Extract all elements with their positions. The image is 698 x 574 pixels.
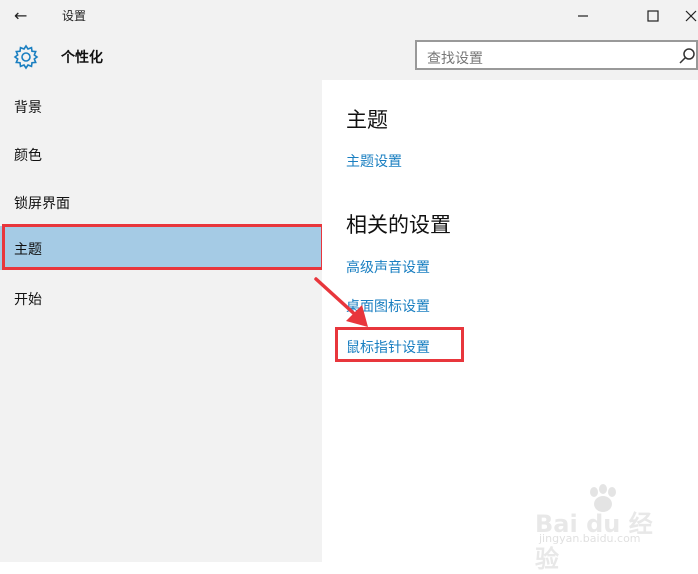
maximize-button[interactable]	[630, 0, 676, 32]
annotation-arrow-icon	[314, 277, 368, 327]
sidebar-item-label: 颜色	[14, 148, 42, 164]
title-bar: ← 设置	[0, 0, 698, 32]
close-icon	[685, 10, 697, 22]
close-button[interactable]	[676, 0, 698, 32]
sidebar-item-colors[interactable]: 颜色	[0, 132, 322, 176]
search-input[interactable]: 查找设置	[415, 40, 698, 70]
theme-heading: 主题	[346, 108, 388, 132]
minimize-button[interactable]	[560, 0, 606, 32]
related-settings-heading: 相关的设置	[346, 213, 451, 237]
sidebar-item-start[interactable]: 开始	[0, 276, 322, 320]
theme-settings-link[interactable]: 主题设置	[346, 151, 402, 171]
minimize-icon	[578, 15, 588, 17]
search-icon[interactable]	[678, 47, 696, 65]
sidebar-item-background[interactable]: 背景	[0, 84, 322, 128]
maximize-icon	[647, 10, 659, 22]
page-title: 个性化	[61, 50, 103, 66]
advanced-sound-settings-link[interactable]: 高级声音设置	[346, 257, 430, 277]
watermark-url: jingyan.baidu.com	[539, 532, 641, 545]
back-arrow-icon[interactable]: ←	[14, 6, 36, 26]
window-title: 设置	[62, 9, 87, 23]
baidu-jingyan-watermark: Bai du 经验 jingyan.baidu.com	[535, 484, 665, 573]
sidebar-item-label: 锁屏界面	[14, 196, 70, 212]
search-placeholder: 查找设置	[427, 51, 483, 67]
sidebar-item-label: 背景	[14, 100, 42, 116]
sidebar-item-label: 开始	[14, 292, 42, 308]
sidebar: 背景 颜色 锁屏界面 主题 开始	[0, 80, 322, 562]
highlight-box-themes	[2, 224, 324, 270]
sidebar-item-lock-screen[interactable]: 锁屏界面	[0, 180, 322, 224]
gear-icon	[13, 44, 39, 70]
